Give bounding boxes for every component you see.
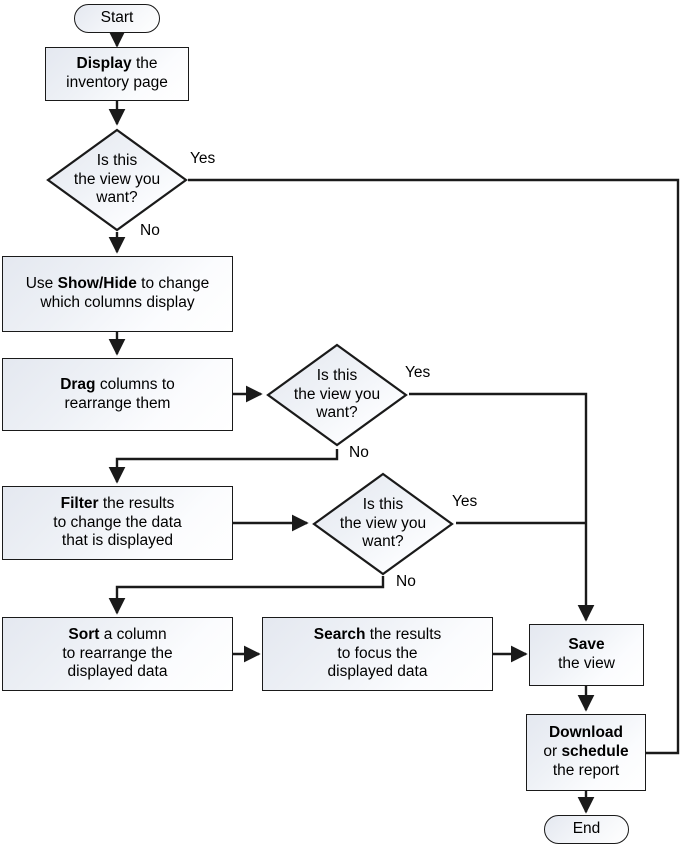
node-show-hide-columns[interactable]: Use Show/Hide to change which columns di…: [2, 256, 233, 332]
node-download-text: Download or schedule the report: [543, 724, 628, 781]
edge-label-yes-3: Yes: [452, 493, 478, 510]
node-sort-line2: to rearrange the: [62, 644, 173, 662]
node-decision-view-1-text: Is this the view you want?: [56, 152, 178, 208]
node-display-line2: inventory page: [66, 74, 168, 91]
node-download-line2-bold: schedule: [561, 743, 629, 761]
node-decision3-line2: the view you: [339, 514, 427, 532]
node-display-line1-bold: Display: [76, 55, 132, 73]
edge-label-no-1: No: [140, 222, 160, 239]
node-display-text: Display the inventory page: [66, 55, 168, 93]
node-start[interactable]: Start: [74, 4, 160, 33]
node-decision2-line2: the view you: [293, 385, 381, 403]
node-filter-text: Filter the results to change the data th…: [53, 495, 181, 552]
node-save-line1-bold: Save: [568, 636, 605, 654]
node-filter-line1-rest: the results: [98, 494, 175, 512]
node-download-line3: the report: [552, 761, 620, 779]
node-sort-text: Sort a column to rearrange the displayed…: [62, 626, 172, 683]
node-search-line3: displayed data: [327, 663, 428, 681]
node-search-line1-rest: the results: [365, 625, 442, 643]
node-decision1-line2: the view you: [73, 170, 161, 188]
node-search-line2: to focus the: [337, 644, 418, 662]
node-drag-columns[interactable]: Drag columns to rearrange them: [2, 358, 233, 431]
node-filter-results[interactable]: Filter the results to change the data th…: [2, 486, 233, 560]
node-drag-line1-bold: Drag: [60, 375, 96, 393]
node-end-label: End: [572, 820, 601, 838]
edge-decision2-no: [108, 449, 339, 484]
node-sort-line1-rest: a column: [99, 625, 167, 643]
node-sort-column[interactable]: Sort a column to rearrange the displayed…: [2, 617, 233, 691]
node-decision-view-2-text: Is this the view you want?: [276, 367, 398, 423]
node-save-text: Save the view: [558, 636, 615, 674]
node-showhide-line1-post: to change: [136, 275, 210, 293]
node-decision3-line1: Is this: [362, 496, 404, 514]
node-showhide-line1-bold: Show/Hide: [57, 275, 137, 293]
node-end[interactable]: End: [544, 815, 629, 844]
node-showhide-line1-pre: Use: [25, 275, 58, 293]
node-decision-view-3-text: Is this the view you want?: [322, 496, 444, 552]
node-start-label: Start: [100, 9, 134, 27]
node-drag-line2: rearrange them: [64, 394, 171, 412]
node-sort-line1-bold: Sort: [68, 625, 100, 643]
node-save-line2: the view: [558, 655, 615, 672]
node-download-line1-bold: Download: [548, 724, 624, 742]
edge-label-no-2: No: [349, 444, 369, 461]
node-decision1-line1: Is this: [96, 152, 138, 170]
node-drag-text: Drag columns to rearrange them: [60, 376, 175, 414]
node-search-line1-bold: Search: [313, 625, 366, 643]
flowchart-canvas: Start Display the inventory page Is this…: [0, 0, 687, 850]
node-filter-line2: to change the data: [53, 513, 182, 531]
edge-label-no-3: No: [396, 573, 416, 590]
edge-label-yes-2: Yes: [405, 364, 431, 381]
node-showhide-line2: which columns display: [40, 294, 195, 311]
node-decision1-line3: want?: [96, 189, 138, 207]
node-decision-view-1[interactable]: Is this the view you want?: [46, 128, 188, 232]
edge-label-yes-1: Yes: [190, 150, 216, 167]
node-download-schedule-report[interactable]: Download or schedule the report: [526, 714, 646, 791]
node-search-results[interactable]: Search the results to focus the displaye…: [262, 617, 493, 691]
node-filter-line1-bold: Filter: [60, 494, 99, 512]
node-drag-line1-rest: columns to: [95, 375, 175, 393]
node-decision2-line1: Is this: [316, 367, 358, 385]
node-decision3-line3: want?: [362, 533, 404, 551]
node-decision-view-2[interactable]: Is this the view you want?: [266, 343, 408, 447]
node-decision-view-3[interactable]: Is this the view you want?: [312, 472, 454, 576]
node-save-view[interactable]: Save the view: [529, 624, 644, 686]
node-search-text: Search the results to focus the displaye…: [314, 626, 442, 683]
node-download-line2-pre: or: [543, 743, 562, 761]
node-display-line1-rest: the: [131, 55, 158, 73]
node-showhide-text: Use Show/Hide to change which columns di…: [26, 275, 210, 313]
node-filter-line3: that is displayed: [61, 532, 174, 550]
node-sort-line3: displayed data: [67, 663, 168, 681]
edge-decision3-no: [108, 576, 385, 615]
node-display-inventory-page[interactable]: Display the inventory page: [45, 47, 189, 101]
node-decision2-line3: want?: [316, 404, 358, 422]
